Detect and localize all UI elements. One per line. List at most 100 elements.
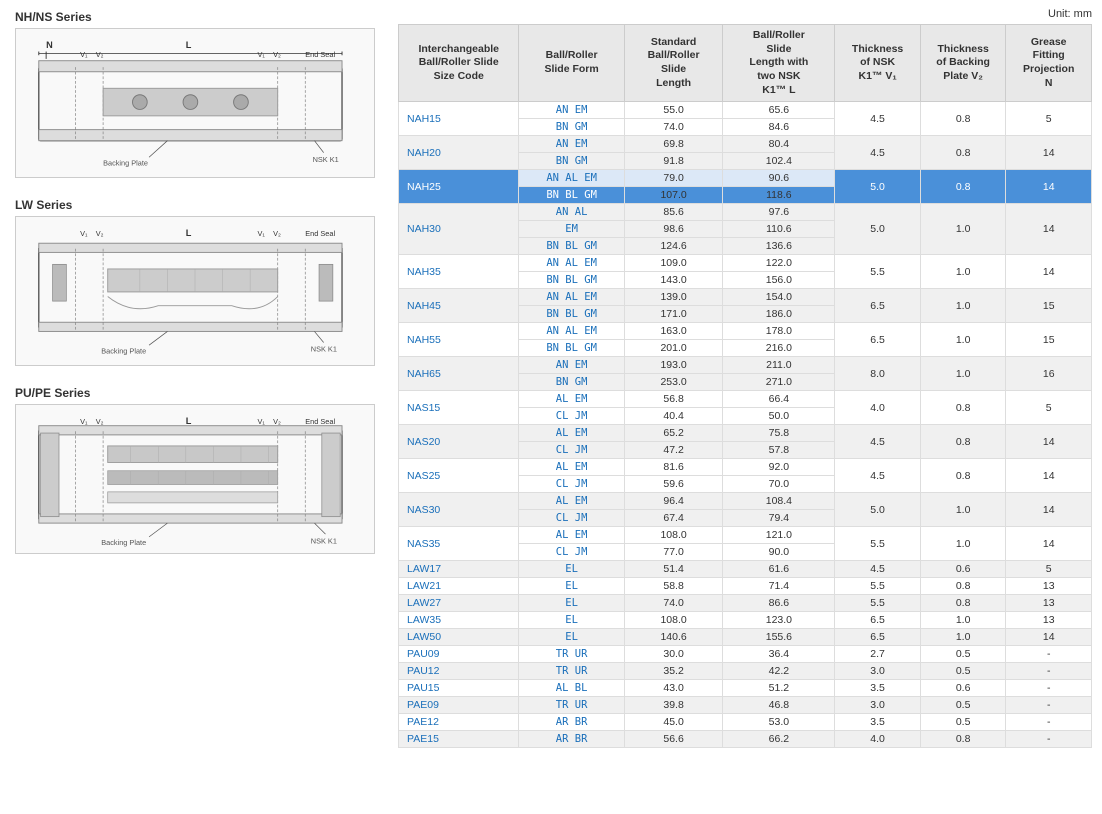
n-cell: - [1006,680,1092,697]
std-length-cell: 79.0 [624,170,723,187]
n-cell: 15 [1006,289,1092,323]
form-cell: BN BL GM [519,238,624,255]
form-cell: EL [519,629,624,646]
size-code-cell: NAS20 [399,425,519,459]
svg-text:V₁: V₁ [80,229,88,238]
v1-cell: 5.5 [835,578,921,595]
ball-length-cell: 136.6 [723,238,835,255]
v2-cell: 0.5 [920,663,1006,680]
ball-length-cell: 57.8 [723,442,835,459]
form-cell: AN AL EM [519,170,624,187]
n-cell: 14 [1006,136,1092,170]
nh-ns-series-section: NH/NS Series N L V₁ V₂ V₁ V₂ End Seal [15,10,375,178]
ball-length-cell: 46.8 [723,697,835,714]
size-code-cell: NAH45 [399,289,519,323]
size-code-cell: NAS30 [399,493,519,527]
svg-text:End Seal: End Seal [305,50,335,59]
v1-cell: 3.0 [835,663,921,680]
form-cell: EM [519,221,624,238]
pu-pe-diagram: V₁ V₂ L V₁ V₂ End Seal [15,404,375,554]
v2-cell: 1.0 [920,255,1006,289]
v1-cell: 4.5 [835,425,921,459]
size-code-cell: NAH15 [399,102,519,136]
v1-cell: 5.5 [835,527,921,561]
svg-text:NSK K1: NSK K1 [313,155,339,164]
form-cell: AN AL EM [519,323,624,340]
col-header-v1: Thicknessof NSKK1™ V₁ [835,25,921,102]
n-cell: - [1006,714,1092,731]
ball-length-cell: 178.0 [723,323,835,340]
svg-text:Backing Plate: Backing Plate [101,538,146,547]
form-cell: AN EM [519,102,624,119]
v1-cell: 3.5 [835,714,921,731]
ball-length-cell: 66.4 [723,391,835,408]
svg-text:Backing Plate: Backing Plate [101,346,146,355]
form-cell: TR UR [519,697,624,714]
n-cell: - [1006,697,1092,714]
ball-length-cell: 211.0 [723,357,835,374]
std-length-cell: 40.4 [624,408,723,425]
ball-length-cell: 97.6 [723,204,835,221]
form-cell: AR BR [519,731,624,748]
std-length-cell: 108.0 [624,612,723,629]
left-panel: NH/NS Series N L V₁ V₂ V₁ V₂ End Seal [0,0,390,814]
std-length-cell: 58.8 [624,578,723,595]
size-code-cell: NAH55 [399,323,519,357]
n-cell: 14 [1006,493,1092,527]
svg-text:V₂: V₂ [96,50,104,59]
std-length-cell: 51.4 [624,561,723,578]
v2-cell: 0.5 [920,646,1006,663]
v2-cell: 0.8 [920,459,1006,493]
form-cell: BN GM [519,153,624,170]
n-cell: 15 [1006,323,1092,357]
svg-text:End Seal: End Seal [305,229,335,238]
n-cell: 5 [1006,102,1092,136]
form-cell: BN GM [519,119,624,136]
v2-cell: 0.6 [920,561,1006,578]
form-cell: EL [519,612,624,629]
ball-length-cell: 53.0 [723,714,835,731]
nh-ns-diagram: N L V₁ V₂ V₁ V₂ End Seal [15,28,375,178]
form-cell: AN AL EM [519,255,624,272]
ball-length-cell: 80.4 [723,136,835,153]
v2-cell: 0.8 [920,595,1006,612]
form-cell: BN BL GM [519,340,624,357]
size-code-cell: PAU12 [399,663,519,680]
size-code-cell: NAS15 [399,391,519,425]
n-cell: 14 [1006,204,1092,255]
v2-cell: 1.0 [920,289,1006,323]
form-cell: CL JM [519,544,624,561]
svg-text:L: L [186,40,192,50]
std-length-cell: 109.0 [624,255,723,272]
std-length-cell: 39.8 [624,697,723,714]
size-code-cell: NAH25 [399,170,519,204]
v2-cell: 0.5 [920,697,1006,714]
svg-text:NSK K1: NSK K1 [311,536,337,545]
col-header-n: GreaseFittingProjectionN [1006,25,1092,102]
svg-text:V₁: V₁ [257,417,265,426]
n-cell: 5 [1006,561,1092,578]
svg-text:V₂: V₂ [273,229,281,238]
form-cell: AR BR [519,714,624,731]
form-cell: BN BL GM [519,187,624,204]
svg-text:NSK K1: NSK K1 [311,345,337,354]
v1-cell: 3.5 [835,680,921,697]
svg-text:Backing Plate: Backing Plate [103,158,148,167]
std-length-cell: 140.6 [624,629,723,646]
form-cell: AN AL EM [519,289,624,306]
size-code-cell: PAE09 [399,697,519,714]
v1-cell: 2.7 [835,646,921,663]
ball-length-cell: 110.6 [723,221,835,238]
nh-ns-series-title: NH/NS Series [15,10,375,24]
ball-length-cell: 86.6 [723,595,835,612]
form-cell: AN AL [519,204,624,221]
svg-text:L: L [186,416,192,426]
form-cell: CL JM [519,442,624,459]
n-cell: 14 [1006,629,1092,646]
svg-text:N: N [46,40,53,50]
v1-cell: 3.0 [835,697,921,714]
n-cell: - [1006,731,1092,748]
v1-cell: 4.5 [835,102,921,136]
form-cell: AL EM [519,493,624,510]
svg-text:V₁: V₁ [80,50,88,59]
